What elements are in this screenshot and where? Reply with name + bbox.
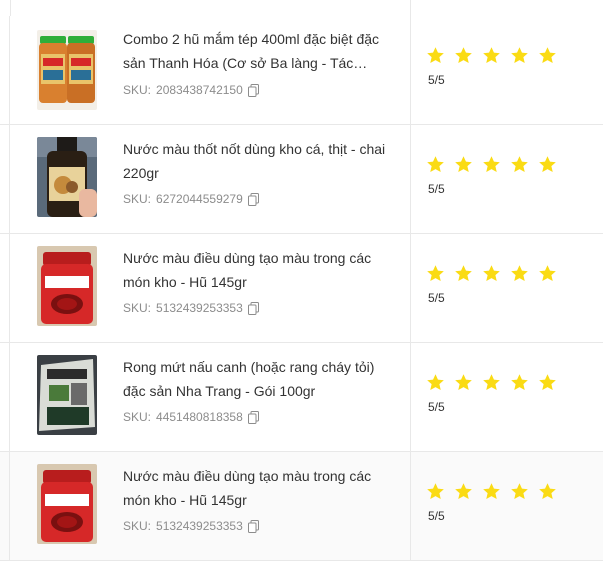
- sku-value: 6272044559279: [156, 192, 243, 206]
- star-icon: [511, 156, 528, 173]
- product-image[interactable]: [37, 355, 97, 435]
- star-icon: [539, 374, 556, 391]
- star-icon: [427, 156, 444, 173]
- product-name[interactable]: Rong mứt nấu canh (hoặc rang cháy tỏi) đ…: [123, 355, 398, 403]
- product-sku: SKU: 5132439253353: [123, 300, 259, 316]
- star-icon: [455, 483, 472, 500]
- table-row: Nước màu điều dùng tạo màu trong các món…: [0, 452, 603, 561]
- sku-value: 2083438742150: [156, 83, 243, 97]
- star-icon: [455, 374, 472, 391]
- table-row: Nước màu thốt nốt dùng kho cá, thịt - ch…: [0, 125, 603, 234]
- star-icon: [483, 483, 500, 500]
- sku-label: SKU:: [123, 192, 152, 206]
- column-divider: [410, 452, 411, 560]
- product-image[interactable]: [37, 137, 97, 217]
- star-icon: [539, 156, 556, 173]
- copy-icon[interactable]: [247, 519, 259, 533]
- rating-stars: [426, 373, 557, 392]
- column-divider: [410, 343, 411, 451]
- star-icon: [455, 47, 472, 64]
- star-icon: [539, 47, 556, 64]
- sku-value: 4451480818358: [156, 410, 243, 424]
- star-icon: [427, 483, 444, 500]
- star-icon: [539, 265, 556, 282]
- star-icon: [427, 47, 444, 64]
- product-image[interactable]: [37, 30, 97, 110]
- copy-icon[interactable]: [247, 301, 259, 315]
- left-column-cell: [0, 343, 10, 451]
- star-icon: [511, 483, 528, 500]
- left-column-cell: [0, 234, 10, 342]
- sku-value: 5132439253353: [156, 301, 243, 315]
- star-icon: [483, 265, 500, 282]
- star-icon: [483, 156, 500, 173]
- star-icon: [427, 265, 444, 282]
- left-column-cell: [0, 16, 10, 124]
- rating-score: 5/5: [428, 291, 445, 305]
- column-divider: [410, 125, 411, 233]
- product-review-table: Combo 2 hũ mắm tép 400ml đặc biệt đặc sả…: [0, 0, 603, 562]
- rating-score: 5/5: [428, 509, 445, 523]
- product-name[interactable]: Nước màu điều dùng tạo màu trong các món…: [123, 246, 398, 294]
- product-name[interactable]: Nước màu điều dùng tạo màu trong các món…: [123, 464, 398, 512]
- left-column-cell: [0, 125, 10, 233]
- product-sku: SKU: 6272044559279: [123, 191, 259, 207]
- rating-score: 5/5: [428, 73, 445, 87]
- header-divider: [410, 0, 411, 16]
- product-sku: SKU: 5132439253353: [123, 518, 259, 534]
- star-icon: [511, 374, 528, 391]
- star-icon: [511, 47, 528, 64]
- sku-label: SKU:: [123, 301, 152, 315]
- sku-value: 5132439253353: [156, 519, 243, 533]
- copy-icon[interactable]: [247, 410, 259, 424]
- star-icon: [455, 265, 472, 282]
- star-icon: [511, 265, 528, 282]
- rating-score: 5/5: [428, 400, 445, 414]
- product-image[interactable]: [37, 246, 97, 326]
- star-icon: [455, 156, 472, 173]
- rating-score: 5/5: [428, 182, 445, 196]
- sku-label: SKU:: [123, 410, 152, 424]
- rating-stars: [426, 264, 557, 283]
- star-icon: [539, 483, 556, 500]
- rating-stars: [426, 155, 557, 174]
- copy-icon[interactable]: [247, 83, 259, 97]
- table-row: Rong mứt nấu canh (hoặc rang cháy tỏi) đ…: [0, 343, 603, 452]
- table-row: Combo 2 hũ mắm tép 400ml đặc biệt đặc sả…: [0, 16, 603, 125]
- product-sku: SKU: 2083438742150: [123, 82, 259, 98]
- product-sku: SKU: 4451480818358: [123, 409, 259, 425]
- column-divider: [410, 234, 411, 342]
- rating-stars: [426, 46, 557, 65]
- table-row: Nước màu điều dùng tạo màu trong các món…: [0, 234, 603, 343]
- product-image[interactable]: [37, 464, 97, 544]
- product-name[interactable]: Combo 2 hũ mắm tép 400ml đặc biệt đặc sả…: [123, 27, 398, 75]
- left-column-cell: [0, 452, 10, 560]
- product-name[interactable]: Nước màu thốt nốt dùng kho cá, thịt - ch…: [123, 137, 398, 185]
- star-icon: [427, 374, 444, 391]
- sku-label: SKU:: [123, 83, 152, 97]
- sku-label: SKU:: [123, 519, 152, 533]
- rating-stars: [426, 482, 557, 501]
- header-left-divider: [10, 0, 11, 16]
- star-icon: [483, 47, 500, 64]
- column-divider: [410, 16, 411, 124]
- star-icon: [483, 374, 500, 391]
- copy-icon[interactable]: [247, 192, 259, 206]
